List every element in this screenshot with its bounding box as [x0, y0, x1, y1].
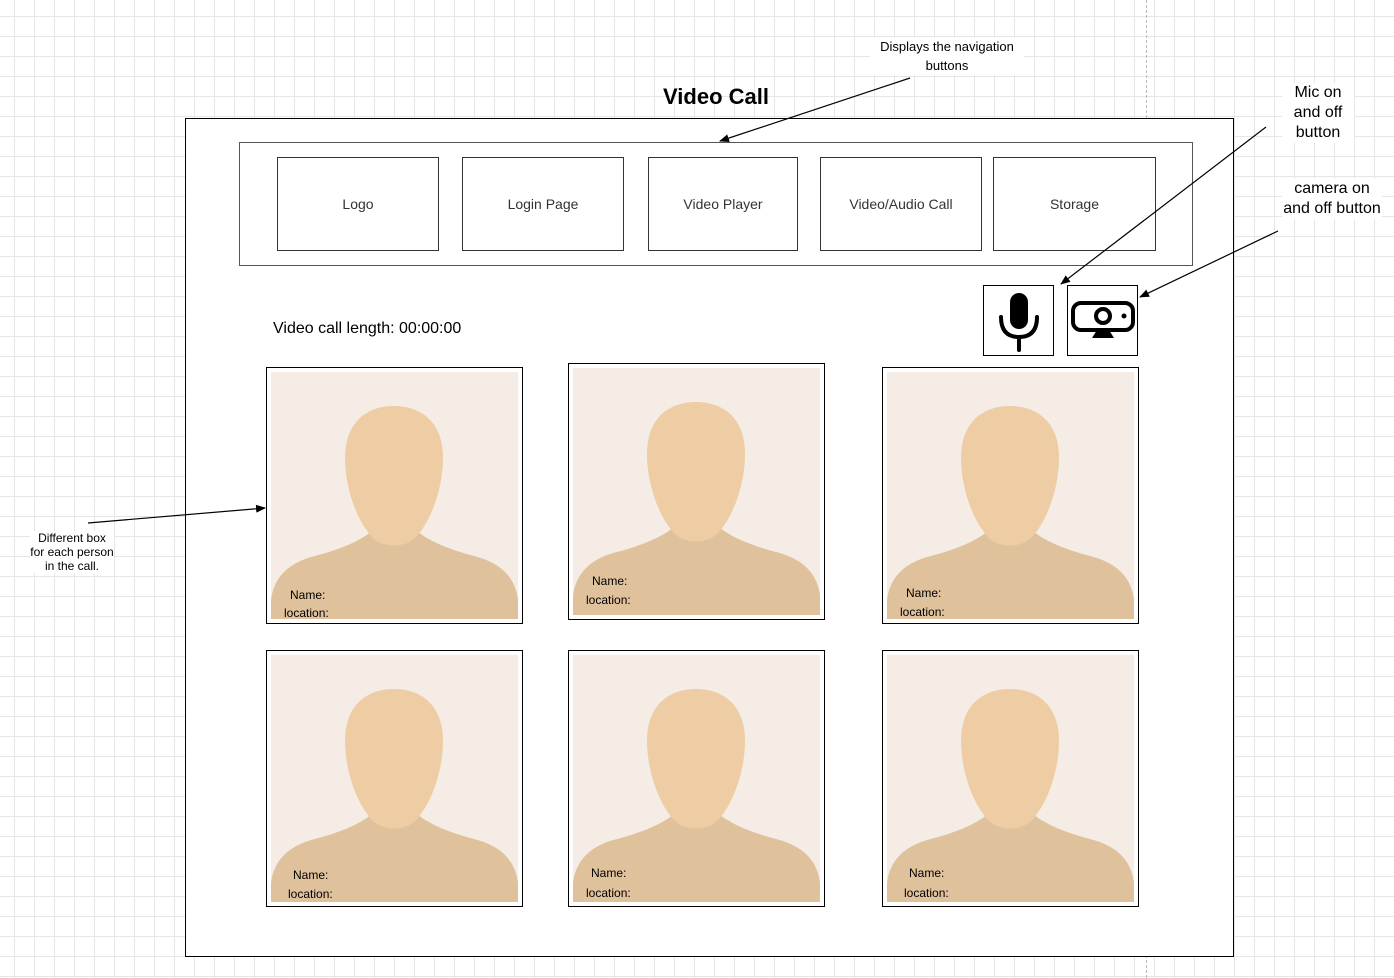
participant-location-label: location:: [284, 606, 329, 620]
participant-name-label: Name:: [591, 866, 627, 880]
nav-button-login-page[interactable]: Login Page: [462, 157, 624, 251]
nav-button-video-audio-call[interactable]: Video/Audio Call: [820, 157, 982, 251]
nav-button-storage[interactable]: Storage: [993, 157, 1156, 251]
participant-name-label: Name:: [909, 866, 945, 880]
participant-location-label: location:: [288, 887, 333, 901]
person-avatar-icon: [271, 372, 518, 619]
call-length-timer: Video call length: 00:00:00: [273, 320, 462, 337]
nav-button-logo[interactable]: Logo: [277, 157, 439, 251]
participant-name-label: Name:: [290, 588, 326, 602]
annotation-camera: camera on and off button: [1282, 179, 1382, 219]
participant-tile: Name: location:: [266, 650, 523, 907]
participant-tile: Name: location:: [882, 367, 1139, 624]
participant-tile: Name: location:: [568, 650, 825, 907]
person-avatar-icon: [271, 655, 518, 902]
participant-location-label: location:: [586, 593, 631, 607]
participant-name-label: Name:: [293, 868, 329, 882]
annotation-navigation: Displays the navigation buttons: [870, 37, 1024, 75]
mic-toggle-button[interactable]: [983, 285, 1054, 356]
participant-tile: Name: location:: [882, 650, 1139, 907]
participant-tile: Name: location:: [568, 363, 825, 620]
camera-toggle-button[interactable]: [1067, 285, 1138, 356]
participant-location-label: location:: [900, 605, 945, 619]
participant-location-label: location:: [586, 886, 631, 900]
participant-name-label: Name:: [592, 574, 628, 588]
page-title: Video Call: [663, 84, 769, 109]
participant-name-label: Name:: [906, 586, 942, 600]
nav-button-video-player[interactable]: Video Player: [648, 157, 798, 251]
annotation-participant-tiles: Different box for each person in the cal…: [30, 531, 114, 573]
microphone-icon: [998, 292, 1039, 352]
participant-location-label: location:: [904, 886, 949, 900]
webcam-icon: [1070, 300, 1135, 338]
participant-tile: Name: location:: [266, 367, 523, 624]
person-avatar-icon: [887, 372, 1134, 619]
annotation-mic: Mic on and off button: [1282, 83, 1354, 143]
